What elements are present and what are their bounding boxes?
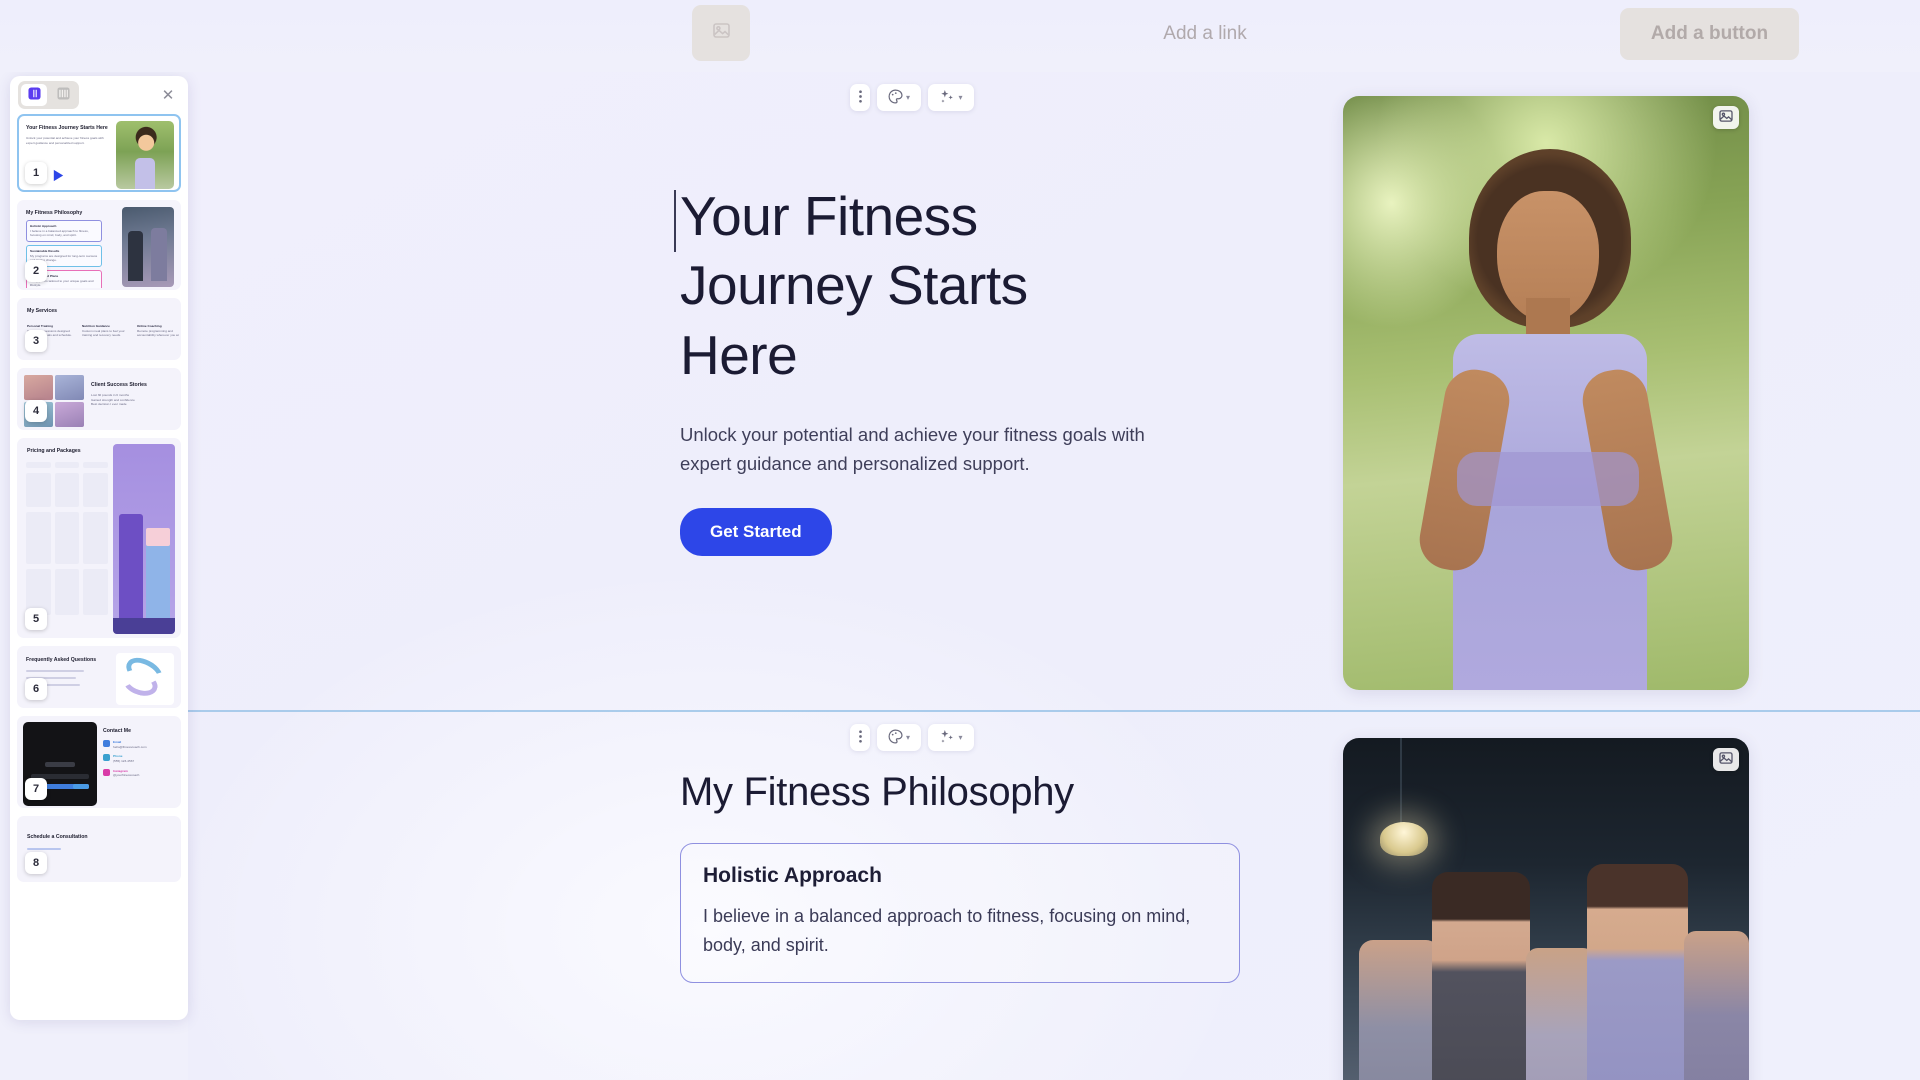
slide-canvas: ▾ ▾ Your Fitness Journey Starts Here Unl…	[188, 72, 1920, 1080]
slide-number-badge: 3	[25, 330, 47, 352]
thumb1-subtitle: Unlock your potential and achieve your f…	[26, 136, 104, 145]
top-toolbar: Add a link Add a button	[0, 0, 1920, 72]
thumb4-text: Client Success Stories Lost 30 pounds in…	[91, 382, 171, 407]
slide-ai-button[interactable]: ▾	[928, 724, 974, 751]
more-vertical-icon	[858, 89, 862, 106]
thumb5-chart	[113, 444, 175, 634]
view-mode-toggle-group	[18, 81, 79, 109]
card-body: I believe in a balanced approach to fitn…	[703, 906, 1191, 955]
image-icon	[712, 23, 730, 43]
slide-number-badge: 7	[25, 778, 47, 800]
canvas-slide-2[interactable]: ▾ ▾ My Fitness Philosophy Holistic Appro…	[188, 712, 1920, 1080]
slide-thumbnail-4[interactable]: Client Success Stories Lost 30 pounds in…	[17, 368, 181, 430]
slide-number-badge: 2	[25, 260, 47, 282]
thumb8-text: Schedule a Consultation	[27, 834, 119, 851]
thumb2-card-1: Holistic Approach I believe in a balance…	[26, 220, 102, 242]
replace-image-button[interactable]	[1713, 106, 1739, 129]
text-cursor	[674, 190, 676, 252]
slide-1-toolbar: ▾ ▾	[850, 84, 974, 111]
palette-icon	[888, 89, 903, 107]
more-vertical-icon	[858, 729, 862, 746]
add-link-button[interactable]: Add a link	[1085, 13, 1325, 55]
chevron-down-icon: ▾	[958, 733, 963, 742]
slide-number-badge: 5	[25, 608, 47, 630]
palette-icon	[888, 729, 903, 747]
thumb1-title: Your Fitness Journey Starts Here	[26, 125, 108, 131]
slide-2-image-card[interactable]	[1343, 738, 1749, 1080]
slide-1-subtitle[interactable]: Unlock your potential and achieve your f…	[680, 420, 1200, 478]
slide-number-badge: 4	[25, 400, 47, 422]
slide-thumbnail-6[interactable]: Frequently Asked Questions 6	[17, 646, 181, 708]
sparkle-icon	[939, 729, 955, 747]
canvas-slide-1[interactable]: ▾ ▾ Your Fitness Journey Starts Here Unl…	[188, 72, 1920, 712]
thumb6-illustration	[116, 653, 174, 705]
thumb3-title: My Services	[27, 308, 57, 314]
chevron-down-icon: ▾	[958, 93, 963, 102]
chevron-down-icon: ▾	[905, 733, 910, 742]
card-title: Holistic Approach	[703, 864, 882, 887]
thumb2-title: My Fitness Philosophy	[26, 210, 83, 216]
hero-photo	[1343, 96, 1749, 690]
grid-view-icon	[56, 87, 70, 103]
slide-thumbnail-2[interactable]: My Fitness Philosophy Holistic Approach …	[17, 200, 181, 290]
close-panel-button[interactable]: ✕	[158, 85, 178, 105]
thumb4-title: Client Success Stories	[91, 382, 147, 388]
slide-thumbnail-list[interactable]: Your Fitness Journey Starts Here Unlock …	[10, 114, 188, 1020]
slide-theme-button[interactable]: ▾	[877, 84, 921, 111]
image-icon	[1719, 752, 1733, 767]
philosophy-photo	[1343, 738, 1749, 1080]
slide-2-toolbar: ▾ ▾	[850, 724, 974, 751]
slide-thumbnail-3[interactable]: My Services Personal Training One-on-one…	[17, 298, 181, 360]
slide-ai-button[interactable]: ▾	[928, 84, 974, 111]
thumb8-title: Schedule a Consultation	[27, 834, 88, 840]
slide-options-button[interactable]	[850, 84, 870, 111]
thumb7-contact-list: Contact Me Email hello@fitnesscoach.com …	[103, 728, 179, 778]
sparkle-icon	[939, 89, 955, 107]
slide-panel-header: ✕	[10, 76, 188, 114]
replace-image-button[interactable]	[1713, 748, 1739, 771]
slide-thumbnail-8[interactable]: Schedule a Consultation 8	[17, 816, 181, 882]
thumb1-photo	[116, 121, 174, 189]
holistic-approach-card[interactable]: Holistic Approach I believe in a balance…	[680, 843, 1240, 983]
slide-panel-icon	[27, 87, 41, 103]
thumb1-text: Your Fitness Journey Starts Here Unlock …	[26, 125, 108, 145]
add-image-button[interactable]	[692, 5, 750, 61]
heading-line-2: Journey Starts	[680, 254, 1028, 317]
add-button-button[interactable]: Add a button	[1620, 8, 1799, 60]
chevron-down-icon: ▾	[905, 93, 910, 102]
slide-number-badge: 8	[25, 852, 47, 874]
thumb6-title: Frequently Asked Questions	[26, 657, 97, 663]
slide-1-heading[interactable]: Your Fitness Journey Starts Here	[674, 182, 1240, 390]
thumb5-pricing-table	[26, 462, 109, 620]
slide-number-badge: 6	[25, 678, 47, 700]
thumb2-photo	[122, 207, 174, 287]
slide-thumbnail-5[interactable]: Pricing and Packages 5	[17, 438, 181, 638]
slide-2-heading[interactable]: My Fitness Philosophy	[680, 770, 1240, 815]
thumb7-title: Contact Me	[103, 728, 131, 734]
play-slide-icon[interactable]	[51, 168, 66, 183]
heading-line-1: Your Fitness	[680, 185, 978, 247]
slide-options-button[interactable]	[850, 724, 870, 751]
thumb3-columns: Personal Training One-on-one sessions de…	[27, 324, 181, 338]
thumb5-title: Pricing and Packages	[27, 448, 81, 454]
get-started-button[interactable]: Get Started	[680, 508, 832, 557]
image-icon	[1719, 110, 1733, 125]
slide-1-text-block[interactable]: Your Fitness Journey Starts Here Unlock …	[674, 182, 1240, 557]
slide-thumbnail-1[interactable]: Your Fitness Journey Starts Here Unlock …	[17, 114, 181, 192]
slide-navigator-panel: ✕ Your Fitness Journey Starts Here Unloc…	[10, 76, 188, 1020]
slide-1-image-card[interactable]	[1343, 96, 1749, 690]
slide-2-text-block[interactable]: My Fitness Philosophy Holistic Approach …	[680, 770, 1240, 983]
slide-thumbnail-7[interactable]: Contact Me Email hello@fitnesscoach.com …	[17, 716, 181, 808]
toggle-grid-view[interactable]	[50, 84, 76, 106]
toggle-panel-view[interactable]	[21, 84, 47, 106]
slide-theme-button[interactable]: ▾	[877, 724, 921, 751]
slide-number-badge: 1	[25, 162, 47, 184]
heading-line-3: Here	[680, 323, 798, 386]
